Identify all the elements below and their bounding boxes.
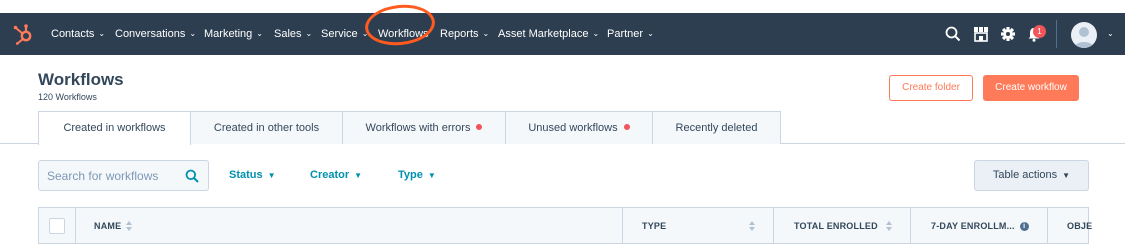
caret-down-icon: ▼ (354, 171, 363, 180)
alert-dot-icon (623, 124, 630, 130)
nav-item-sales[interactable]: Sales ⌄ (274, 13, 312, 55)
page-title: Workflows (38, 70, 124, 89)
caret-down-icon: ▼ (267, 171, 276, 180)
tab-created-in-workflows[interactable]: Created in workflows (38, 111, 191, 145)
column-header-name[interactable]: NAME (94, 208, 121, 244)
nav-item-label: Sales (274, 28, 302, 40)
column-label: 7-DAY ENROLLM... (931, 221, 1015, 231)
create-workflow-button[interactable]: Create workflow (983, 75, 1079, 101)
search-icon[interactable] (945, 25, 961, 43)
gear-icon[interactable] (1000, 25, 1016, 43)
column-divider (75, 208, 76, 244)
column-header-type[interactable]: TYPE (642, 208, 666, 244)
chevron-down-icon: ⌄ (361, 29, 369, 38)
nav-item-workflows[interactable]: Workflows (378, 13, 429, 55)
create-folder-button[interactable]: Create folder (889, 75, 973, 101)
chevron-down-icon: ⌄ (592, 29, 600, 38)
status-filter-dropdown[interactable]: Status ▼ (229, 160, 276, 191)
notification-badge: 1 (1033, 25, 1046, 38)
nav-item-label: Service (321, 28, 358, 40)
filter-label: Status (229, 169, 263, 181)
column-header-7-day-enrollment[interactable]: 7-DAY ENROLLM... i (931, 208, 1029, 244)
button-label: Table actions (992, 169, 1058, 181)
tab-label: Created in workflows (63, 122, 166, 134)
table-actions-button[interactable]: Table actions ▼ (974, 160, 1089, 191)
nav-item-conversations[interactable]: Conversations ⌄ (115, 13, 196, 55)
nav-item-reports[interactable]: Reports ⌄ (440, 13, 489, 55)
column-label: NAME (94, 221, 122, 231)
nav-item-service[interactable]: Service ⌄ (321, 13, 368, 55)
column-divider (910, 208, 911, 244)
search-icon[interactable] (185, 169, 199, 183)
nav-divider (1056, 20, 1057, 48)
search-input[interactable] (47, 161, 183, 190)
nav-item-label: Partner (607, 28, 644, 40)
tab-label: Unused workflows (528, 122, 618, 134)
column-header-object[interactable]: OBJE (1067, 208, 1092, 244)
caret-down-icon: ▼ (427, 171, 436, 180)
avatar[interactable] (1071, 22, 1097, 48)
tab-unused-workflows[interactable]: Unused workflows (505, 111, 653, 144)
error-dot-icon (476, 124, 483, 130)
marketplace-icon[interactable] (973, 25, 989, 43)
nav-item-marketing[interactable]: Marketing ⌄ (204, 13, 263, 55)
tab-label: Recently deleted (675, 122, 758, 134)
table-header: NAME TYPE TOTAL ENROLLED 7-DAY ENROLLM..… (38, 207, 1092, 244)
sort-icon[interactable] (885, 220, 893, 232)
chevron-down-icon: ⌄ (189, 29, 197, 38)
table-row-divider (38, 243, 1089, 244)
search-box (38, 160, 209, 191)
info-icon[interactable]: i (1019, 222, 1029, 231)
nav-item-label: Marketing (204, 28, 253, 40)
nav-item-label: Asset Marketplace (498, 28, 589, 40)
column-divider (622, 208, 623, 244)
user-silhouette-icon (1074, 27, 1094, 48)
chevron-down-icon: ⌄ (482, 29, 490, 38)
tab-label: Created in other tools (213, 122, 320, 134)
tab-created-in-other-tools[interactable]: Created in other tools (190, 111, 343, 144)
workflow-count: 120 Workflows (38, 92, 97, 102)
nav-item-contacts[interactable]: Contacts ⌄ (51, 13, 105, 55)
column-label: OBJE (1067, 221, 1093, 231)
filter-label: Type (398, 169, 423, 181)
chevron-down-icon: ⌄ (98, 29, 106, 38)
select-all-checkbox[interactable] (49, 218, 65, 234)
chevron-down-icon: ⌄ (256, 29, 263, 38)
caret-down-icon: ▼ (1062, 171, 1071, 180)
column-divider (773, 208, 774, 244)
column-header-total-enrolled[interactable]: TOTAL ENROLLED (794, 208, 878, 244)
filter-label: Creator (310, 169, 350, 181)
type-filter-dropdown[interactable]: Type ▼ (398, 160, 436, 191)
nav-item-asset-marketplace[interactable]: Asset Marketplace ⌄ (498, 13, 599, 55)
column-label: TYPE (642, 221, 667, 231)
sort-icon[interactable] (748, 220, 756, 232)
tab-recently-deleted[interactable]: Recently deleted (652, 111, 781, 144)
nav-item-label: Reports (440, 28, 479, 40)
nav-item-label: Contacts (51, 28, 95, 40)
tab-workflows-with-errors[interactable]: Workflows with errors (342, 111, 506, 144)
nav-item-label: Workflows (378, 28, 429, 40)
hubspot-sprocket-icon[interactable] (11, 22, 35, 46)
chevron-down-icon: ⌄ (305, 29, 313, 38)
nav-item-label: Conversations (115, 28, 186, 40)
nav-item-partner[interactable]: Partner ⌄ (607, 13, 654, 55)
column-label: TOTAL ENROLLED (794, 221, 878, 231)
tab-label: Workflows with errors (365, 122, 471, 134)
creator-filter-dropdown[interactable]: Creator ▼ (310, 160, 362, 191)
account-chevron-down-icon[interactable]: ⌄ (1107, 13, 1114, 55)
sort-icon[interactable] (125, 220, 133, 232)
chevron-down-icon: ⌄ (647, 29, 654, 38)
top-navigation-bar: Contacts ⌄ Conversations ⌄ Marketing ⌄ Sale… (0, 13, 1125, 55)
column-divider (1047, 208, 1048, 244)
